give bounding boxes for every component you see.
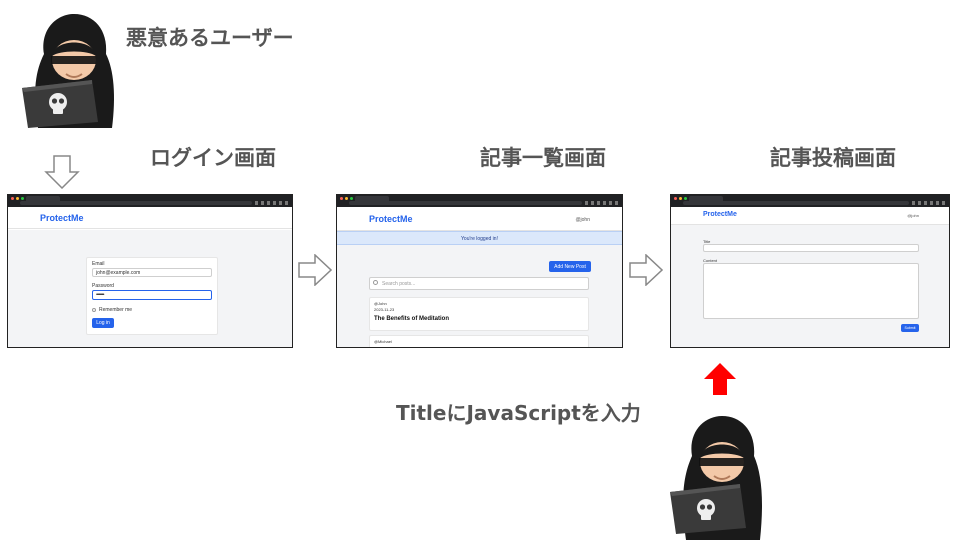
submit-button[interactable]: Submit: [901, 324, 919, 332]
right-arrow-icon: [629, 254, 663, 286]
brand-logo[interactable]: ProtectMe: [40, 213, 84, 223]
search-input[interactable]: Search posts...: [369, 277, 589, 290]
red-up-arrow-icon: [704, 363, 736, 395]
search-icon: [373, 280, 378, 285]
article-list-screen-label: 記事一覧画面: [480, 146, 606, 170]
post-card[interactable]: @John 2023-11-23 The Benefits of Meditat…: [369, 297, 589, 331]
remember-checkbox[interactable]: [92, 308, 96, 312]
hacker-illustration-top: [22, 14, 114, 128]
email-label: Email: [92, 261, 105, 267]
down-arrow-icon: [44, 155, 80, 189]
post-author: @John: [374, 301, 387, 306]
user-menu[interactable]: @john: [575, 217, 590, 223]
article-post-screen-label: 記事投稿画面: [770, 146, 896, 170]
navbar: ProtectMe @john: [337, 207, 622, 231]
right-arrow-icon: [298, 254, 332, 286]
article-list-screenshot: ProtectMe @john You're logged in! Add Ne…: [336, 194, 623, 348]
login-banner: You're logged in!: [337, 231, 622, 245]
malicious-user-label: 悪意あるユーザー: [126, 26, 294, 50]
browser-chrome: [671, 195, 949, 207]
login-card: Email john@example.com Password ••••••••…: [86, 257, 218, 335]
user-menu[interactable]: @john: [907, 213, 919, 218]
hacker-illustration-bottom: [670, 416, 762, 540]
navbar: ProtectMe: [8, 207, 292, 229]
title-field[interactable]: [703, 244, 919, 252]
content-field[interactable]: [703, 263, 919, 319]
password-field[interactable]: ••••••••••: [92, 290, 212, 300]
post-author: @Michael: [374, 339, 392, 344]
post-card[interactable]: @Michael: [369, 335, 589, 347]
navbar: ProtectMe @john: [671, 207, 949, 225]
browser-chrome: [337, 195, 622, 207]
post-title[interactable]: The Benefits of Meditation: [374, 316, 449, 322]
login-button[interactable]: Log in: [92, 318, 114, 328]
login-screen-label: ログイン画面: [150, 146, 276, 170]
brand-logo[interactable]: ProtectMe: [369, 214, 413, 224]
browser-chrome: [8, 195, 292, 207]
email-field[interactable]: john@example.com: [92, 268, 212, 277]
article-post-screenshot: ProtectMe @john Title Content Submit: [670, 194, 950, 348]
inject-note-label: TitleにJavaScriptを入力: [396, 401, 641, 425]
post-date: 2023-11-23: [374, 307, 395, 312]
add-post-button[interactable]: Add New Post: [549, 261, 591, 272]
login-screenshot: ProtectMe Email john@example.com Passwor…: [7, 194, 293, 348]
password-label: Password: [92, 283, 114, 289]
brand-logo[interactable]: ProtectMe: [703, 211, 737, 218]
remember-label: Remember me: [99, 307, 133, 313]
